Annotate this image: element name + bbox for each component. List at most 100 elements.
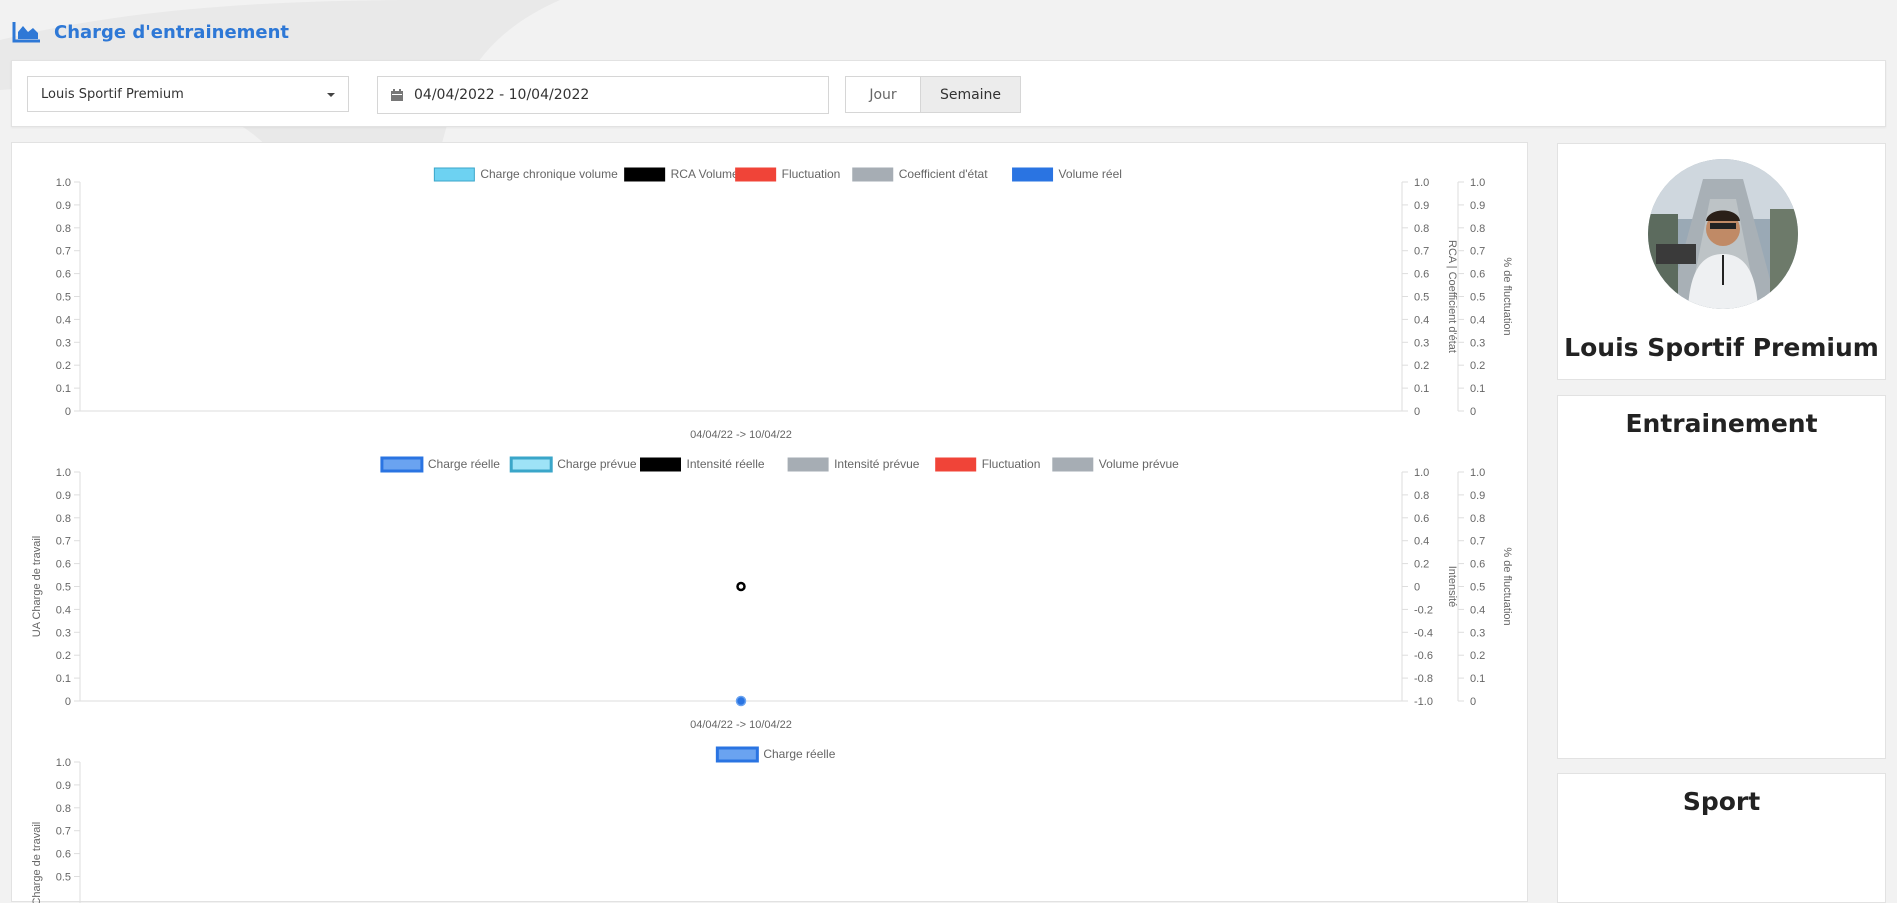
chart-1: Charge chronique volume RCA Volume Fluctua… [56, 167, 1513, 441]
y-right1-tick-label: 0.4 [1414, 314, 1429, 326]
y-right1-tick-label: 0.5 [1414, 292, 1429, 304]
y-right2-tick-label: 0.8 [1470, 223, 1485, 235]
y-right1-tick-label: -1.0 [1414, 696, 1433, 708]
y-right1-tick-label: -0.4 [1414, 627, 1433, 639]
y-right2-tick-label: 0.3 [1470, 337, 1485, 349]
y-right1-tick-label: 0.8 [1414, 490, 1429, 502]
y-right1-tick-label: 0.2 [1414, 360, 1429, 372]
y-left-tick-label: 0.5 [56, 292, 71, 304]
date-range-input[interactable]: 04/04/2022 - 10/04/2022 [377, 76, 829, 114]
y-right2-tick-label: 0.5 [1470, 292, 1485, 304]
legend-label-5: Fluctuation [982, 457, 1041, 471]
y-left-tick-label: 0.8 [56, 803, 71, 815]
legend-label-1: Charge réelle [763, 747, 835, 761]
athlete-name: Louis Sportif Premium [1564, 333, 1879, 362]
y-left-tick-label: 0.7 [56, 826, 71, 838]
y-right1-tick-label: 0.3 [1414, 337, 1429, 349]
legend-label-3: Fluctuation [782, 167, 841, 181]
legend-swatch-5 [935, 457, 977, 472]
y-left-tick-label: 0.6 [56, 269, 71, 281]
y-left-tick-label: 0.2 [56, 360, 71, 372]
y-left-tick-label: 0.4 [56, 604, 71, 616]
legend-swatch-5 [1012, 167, 1054, 182]
y-right2-tick-label: 1.0 [1470, 177, 1485, 189]
y-right2-tick-label: 0.1 [1470, 673, 1485, 685]
y-left-tick-label: 0 [65, 406, 71, 418]
y-right1-tick-label: 0.6 [1414, 269, 1429, 281]
y-left-tick-label: 0.4 [56, 314, 71, 326]
y-right2-tick-label: 0 [1470, 406, 1476, 418]
filter-bar: Louis Sportif Premium 04/04/2022 - 10/04… [11, 60, 1886, 127]
x-tick-label: 04/04/22 -> 10/04/22 [690, 429, 792, 441]
athlete-avatar [1648, 159, 1798, 309]
y-right2-tick-label: 0.1 [1470, 383, 1485, 395]
legend-swatch-3 [735, 167, 777, 182]
legend-swatch-1 [433, 167, 475, 182]
y-right2-tick-label: 0.5 [1470, 582, 1485, 594]
y-right1-tick-label: 0.9 [1414, 200, 1429, 212]
period-week-button[interactable]: Semaine [921, 76, 1021, 113]
y-left-tick-label: 0.8 [56, 513, 71, 525]
y-right2-tick-label: 0.3 [1470, 627, 1485, 639]
y-left-tick-label: 0.2 [56, 650, 71, 662]
athlete-select[interactable]: Louis Sportif Premium [27, 76, 349, 112]
y-left-tick-label: 0.7 [56, 246, 71, 258]
x-tick-label: 04/04/22 -> 10/04/22 [690, 719, 792, 731]
athlete-select-value: Louis Sportif Premium [41, 86, 184, 102]
legend-label-6: Volume prévue [1099, 457, 1179, 471]
period-day-button[interactable]: Jour [845, 76, 921, 113]
sport-card: Sport [1557, 773, 1886, 903]
y-left-axis-label: UA Charge de travail [31, 822, 43, 903]
y-right1-axis-label: Intensité [1446, 566, 1458, 608]
y-left-tick-label: 0.3 [56, 337, 71, 349]
y-right2-tick-label: 0.7 [1470, 536, 1485, 548]
y-left-tick-label: 0.5 [56, 872, 71, 884]
y-left-tick-label: 0 [65, 696, 71, 708]
y-right2-tick-label: 0.4 [1470, 314, 1485, 326]
legend-label-2: Charge prévue [557, 457, 637, 471]
y-right2-tick-label: 0.4 [1470, 604, 1485, 616]
y-right2-tick-label: 0.2 [1470, 360, 1485, 372]
date-range-value: 04/04/2022 - 10/04/2022 [414, 87, 590, 103]
y-right2-tick-label: 0.9 [1470, 490, 1485, 502]
y-right2-axis-label: % de fluctuation [1501, 547, 1513, 625]
y-right1-axis-label: RCA | Coefficient d'état [1446, 240, 1458, 353]
chart-legend: Charge réelle Charge prévue Intensité réel… [380, 456, 1179, 473]
y-right2-tick-label: 0.6 [1470, 559, 1485, 571]
page-title: Charge d'entrainement [54, 21, 290, 43]
athlete-profile-card: Louis Sportif Premium [1557, 143, 1886, 380]
y-right1-tick-label: 0.8 [1414, 223, 1429, 235]
y-left-tick-label: 0.6 [56, 849, 71, 861]
y-right1-tick-label: 0.6 [1414, 513, 1429, 525]
legend-swatch-1 [380, 456, 424, 473]
y-right1-tick-label: -0.2 [1414, 604, 1433, 616]
area-chart-icon [12, 22, 40, 43]
y-right1-tick-label: 1.0 [1414, 177, 1429, 189]
chart-legend: Charge réelle [715, 746, 836, 763]
y-left-tick-label: 0.5 [56, 582, 71, 594]
calendar-icon [391, 89, 403, 101]
y-right1-tick-label: 0.7 [1414, 246, 1429, 258]
legend-swatch-2 [624, 167, 666, 182]
legend-swatch-3 [640, 457, 681, 472]
legend-label-2: RCA Volume [671, 167, 739, 181]
training-card: Entrainement [1557, 395, 1886, 759]
y-left-tick-label: 1.0 [56, 467, 71, 479]
y-left-axis-label: UA Charge de travail [31, 536, 43, 638]
y-left-tick-label: 0.1 [56, 673, 71, 685]
legend-label-5: Volume réel [1059, 167, 1122, 181]
charts-svg: Charge chronique volume RCA Volume Fluctua… [31, 167, 1513, 903]
y-left-tick-label: 0.1 [56, 383, 71, 395]
chart-2: Charge réelle Charge prévue Intensité réel… [31, 456, 1513, 731]
y-left-tick-label: 1.0 [56, 177, 71, 189]
y-right1-tick-label: -0.6 [1414, 650, 1433, 662]
page-header: Charge d'entrainement [12, 19, 289, 45]
y-left-tick-label: 0.3 [56, 627, 71, 639]
y-right1-tick-label: -0.8 [1414, 673, 1433, 685]
y-left-tick-label: 0.9 [56, 780, 71, 792]
y-left-tick-label: 0.6 [56, 559, 71, 571]
legend-swatch-1 [715, 746, 759, 763]
legend-swatch-6 [1052, 457, 1094, 472]
legend-swatch-2 [509, 456, 553, 473]
y-right2-axis-label: % de fluctuation [1501, 257, 1513, 335]
